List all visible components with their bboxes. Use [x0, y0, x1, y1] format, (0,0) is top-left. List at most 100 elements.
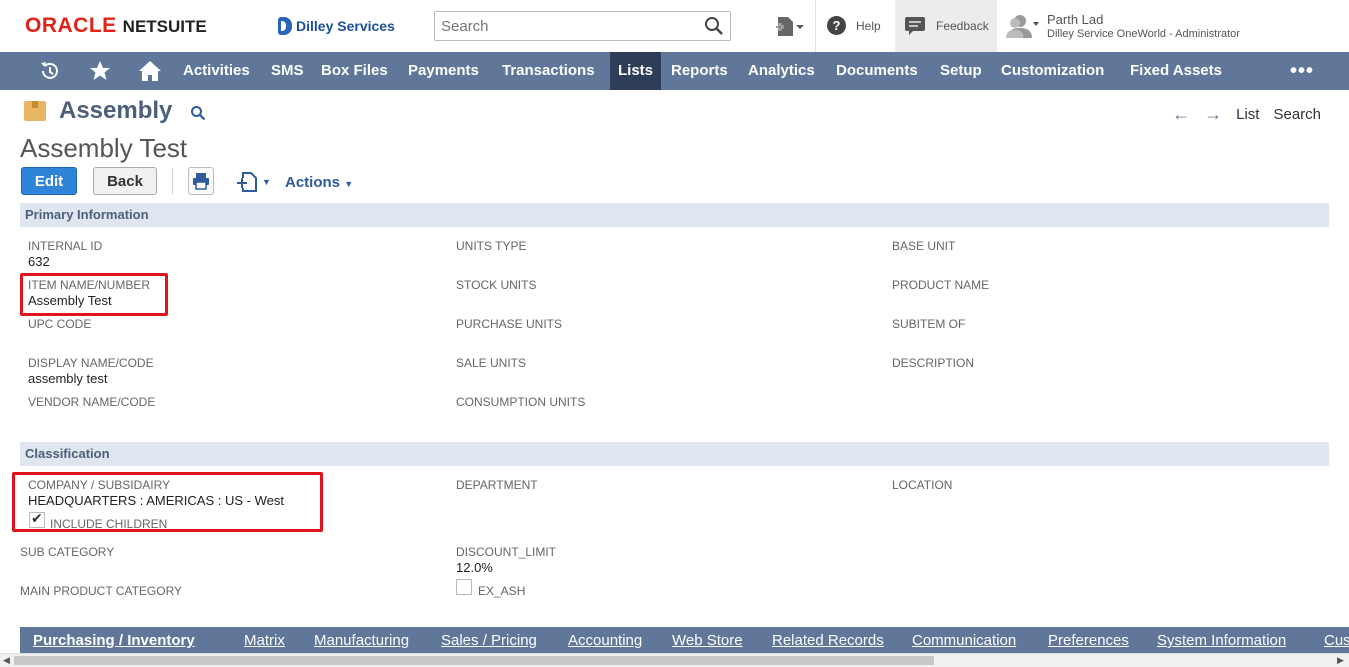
company-logo[interactable]: Dilley Services	[278, 15, 395, 37]
display-name-value: assembly test	[28, 371, 108, 386]
nav-box-files[interactable]: Box Files	[313, 52, 396, 90]
subsidiary-label: COMPANY / SUBSIDAIRY	[28, 478, 171, 492]
nav-lists[interactable]: Lists	[610, 52, 662, 90]
feedback-icon	[905, 17, 925, 35]
nav-documents[interactable]: Documents	[828, 52, 926, 90]
tab-preferences[interactable]: Preferences	[1048, 627, 1129, 653]
sub-category-label: SUB CATEGORY	[20, 545, 115, 559]
user-info: Parth Lad Dilley Service OneWorld - Admi…	[1047, 13, 1240, 41]
tab-sales-pricing[interactable]: Sales / Pricing	[441, 627, 537, 653]
company-name: Dilley Services	[296, 18, 395, 34]
next-record-arrow-icon[interactable]: →	[1204, 104, 1222, 125]
nav-payments[interactable]: Payments	[400, 52, 487, 90]
search-link[interactable]: Search	[1273, 106, 1321, 123]
record-type-title: Assembly	[59, 97, 173, 124]
consumption-units-label: CONSUMPTION UNITS	[456, 395, 586, 409]
user-avatar-icon	[1006, 15, 1039, 38]
nav-sms[interactable]: SMS	[263, 52, 312, 90]
main-nav: Activities SMS Box Files Payments Transa…	[0, 52, 1349, 90]
previous-record-arrow-icon[interactable]: ←	[1172, 104, 1190, 125]
search-icon[interactable]	[704, 16, 724, 36]
back-button[interactable]: Back	[93, 167, 157, 195]
global-search[interactable]	[434, 11, 731, 41]
global-search-input[interactable]	[435, 12, 685, 40]
primary-information-header[interactable]: Primary Information	[20, 203, 1329, 227]
edit-button[interactable]: Edit	[21, 167, 77, 195]
help-link[interactable]: ? Help	[827, 16, 881, 35]
units-type-label: UNITS TYPE	[456, 239, 527, 253]
assembly-record-icon	[24, 101, 46, 121]
location-label: LOCATION	[892, 478, 953, 492]
create-new-icon[interactable]	[773, 14, 805, 40]
stock-units-label: STOCK UNITS	[456, 278, 537, 292]
product-text: NETSUITE	[122, 17, 207, 36]
nav-customization[interactable]: Customization	[993, 52, 1112, 90]
home-icon[interactable]	[133, 52, 167, 90]
classification-header[interactable]: Classification	[20, 442, 1329, 466]
subitem-of-label: SUBITEM OF	[892, 317, 966, 331]
record-search-icon[interactable]	[190, 105, 206, 121]
actions-menu[interactable]: Actions ▼	[285, 174, 353, 191]
brand-text: ORACLE	[25, 14, 117, 37]
tab-accounting[interactable]: Accounting	[568, 627, 642, 653]
horizontal-scrollbar[interactable]: ◀ ▶	[0, 653, 1349, 667]
main-product-category-label: MAIN PRODUCT CATEGORY	[20, 584, 183, 598]
feedback-label: Feedback	[936, 19, 989, 33]
nav-fixed-assets[interactable]: Fixed Assets	[1122, 52, 1230, 90]
internal-id-label: INTERNAL ID	[28, 239, 103, 253]
tab-communication[interactable]: Communication	[912, 627, 1016, 653]
nav-activities[interactable]: Activities	[175, 52, 258, 90]
tab-custom[interactable]: Cus	[1324, 627, 1349, 653]
nav-reports[interactable]: Reports	[663, 52, 736, 90]
upc-code-label: UPC CODE	[28, 317, 92, 331]
oracle-netsuite-logo[interactable]: ORACLE NETSUITE	[25, 14, 207, 38]
tab-purchasing-inventory[interactable]: Purchasing / Inventory	[33, 627, 195, 653]
user-name: Parth Lad	[1047, 12, 1104, 27]
header-divider	[815, 0, 816, 52]
recent-records-icon[interactable]	[33, 52, 67, 90]
include-children-checkbox	[29, 510, 45, 528]
help-icon: ?	[827, 16, 846, 35]
print-button[interactable]	[188, 167, 214, 195]
item-name-label: ITEM NAME/NUMBER	[28, 278, 151, 292]
scrollbar-thumb[interactable]	[14, 656, 934, 665]
new-record-caret-icon: ▼	[262, 177, 271, 187]
nav-transactions[interactable]: Transactions	[494, 52, 603, 90]
company-logo-icon	[278, 17, 292, 35]
discount-limit-label: DISCOUNT_LIMIT	[456, 545, 557, 559]
ex-ash-label: EX_ASH	[478, 584, 526, 598]
new-document-icon	[237, 172, 257, 192]
help-label: Help	[856, 18, 881, 33]
tab-related-records[interactable]: Related Records	[772, 627, 884, 653]
tab-web-store[interactable]: Web Store	[672, 627, 743, 653]
vendor-name-label: VENDOR NAME/CODE	[28, 395, 156, 409]
actions-caret-icon: ▼	[344, 179, 354, 189]
actions-label: Actions	[285, 174, 341, 191]
button-divider	[172, 168, 173, 194]
ex-ash-checkbox	[456, 579, 472, 595]
tab-manufacturing[interactable]: Manufacturing	[314, 627, 409, 653]
shortcuts-star-icon[interactable]	[83, 52, 117, 90]
new-record-button[interactable]: ▼	[236, 171, 272, 193]
description-label: DESCRIPTION	[892, 356, 975, 370]
list-link[interactable]: List	[1236, 106, 1259, 123]
internal-id-value: 632	[28, 254, 50, 269]
discount-limit-value: 12.0%	[456, 560, 493, 575]
base-unit-label: BASE UNIT	[892, 239, 956, 253]
scroll-left-arrow-icon[interactable]: ◀	[3, 655, 10, 666]
scroll-right-arrow-icon[interactable]: ▶	[1337, 655, 1344, 666]
record-subtabs: Purchasing / Inventory Matrix Manufactur…	[20, 627, 1349, 653]
include-children-label: INCLUDE CHILDREN	[50, 517, 168, 531]
feedback-button[interactable]: Feedback	[895, 0, 997, 52]
record-pager: ← → List Search	[1172, 104, 1321, 125]
tab-system-information[interactable]: System Information	[1157, 627, 1286, 653]
print-icon	[193, 173, 209, 190]
subsidiary-value: HEADQUARTERS : AMERICAS : US - West	[28, 493, 284, 508]
tab-matrix[interactable]: Matrix	[244, 627, 285, 653]
nav-more-icon[interactable]: •••	[1290, 52, 1314, 90]
item-name-value: Assembly Test	[28, 293, 112, 308]
global-header: ORACLE NETSUITE Dilley Services ? Help Fe…	[0, 0, 1349, 52]
nav-analytics[interactable]: Analytics	[740, 52, 823, 90]
nav-setup[interactable]: Setup	[932, 52, 990, 90]
user-menu[interactable]: Parth Lad Dilley Service OneWorld - Admi…	[1005, 13, 1240, 41]
